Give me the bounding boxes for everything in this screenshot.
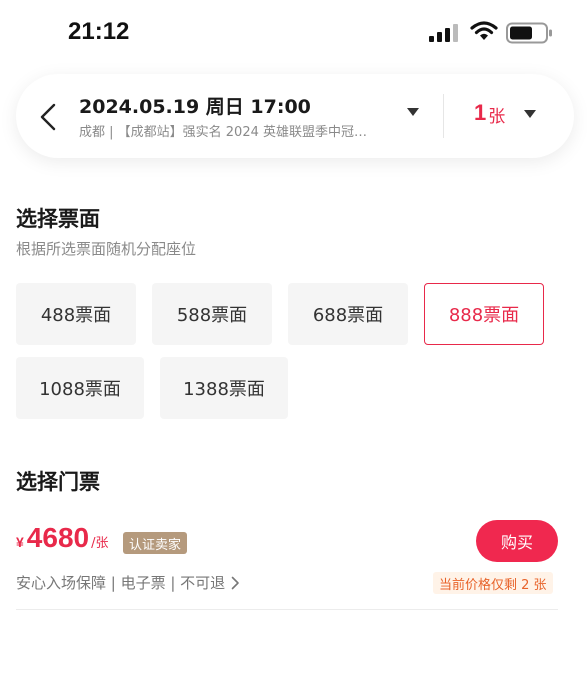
caret-down-icon: [524, 110, 537, 118]
back-button[interactable]: [38, 100, 62, 134]
battery-icon: [506, 22, 552, 44]
ticket-section-title: 选择门票: [16, 470, 100, 494]
status-bar: 21:12: [0, 0, 587, 70]
quantity-unit: 张: [488, 106, 506, 127]
price-unit: /张: [91, 536, 109, 551]
price-amount: 4680: [26, 522, 90, 553]
tier-chip-1388[interactable]: 1388票面: [160, 357, 288, 419]
status-time: 21:12: [68, 18, 130, 45]
tier-section-title: 选择票面: [16, 207, 100, 231]
tier-chip-588[interactable]: 588票面: [152, 283, 272, 345]
tier-grid: 488票面 588票面 688票面 888票面 1088票面 1388票面: [16, 283, 576, 423]
ticket-features-text: 安心入场保障 | 电子票 | 不可退: [16, 574, 226, 592]
caret-down-icon[interactable]: [406, 107, 420, 117]
ticket-features-link[interactable]: 安心入场保障 | 电子票 | 不可退: [16, 572, 240, 593]
event-datetime[interactable]: 2024.05.19 周日 17:00: [79, 92, 311, 119]
tier-chip-1088[interactable]: 1088票面: [16, 357, 144, 419]
ticket-divider: [16, 609, 558, 610]
header-divider: [443, 94, 444, 138]
certified-seller-badge: 认证卖家: [123, 532, 188, 554]
tier-chip-688[interactable]: 688票面: [288, 283, 408, 345]
chevron-right-icon: [231, 576, 239, 589]
back-arrow-icon: [40, 103, 56, 131]
quantity-value: 1: [474, 100, 487, 125]
signal-icon: [429, 24, 458, 42]
tier-chip-888[interactable]: 888票面: [424, 283, 544, 345]
price-currency: ¥: [16, 534, 24, 550]
event-header-card: 2024.05.19 周日 17:00 成都 | 【成都站】强实名 2024 英…: [16, 74, 574, 158]
ticket-price: ¥ 4680 /张: [16, 522, 108, 562]
buy-button[interactable]: 购买: [476, 520, 558, 562]
quantity-selector[interactable]: 1 张: [474, 98, 537, 128]
tier-chip-488[interactable]: 488票面: [16, 283, 136, 345]
event-subtitle: 成都 | 【成都站】强实名 2024 英雄联盟季中冠…: [79, 125, 367, 140]
tier-section-subtitle: 根据所选票面随机分配座位: [16, 240, 197, 258]
wifi-icon: [470, 21, 498, 40]
stock-remaining-badge: 当前价格仅剩 2 张: [433, 572, 553, 594]
